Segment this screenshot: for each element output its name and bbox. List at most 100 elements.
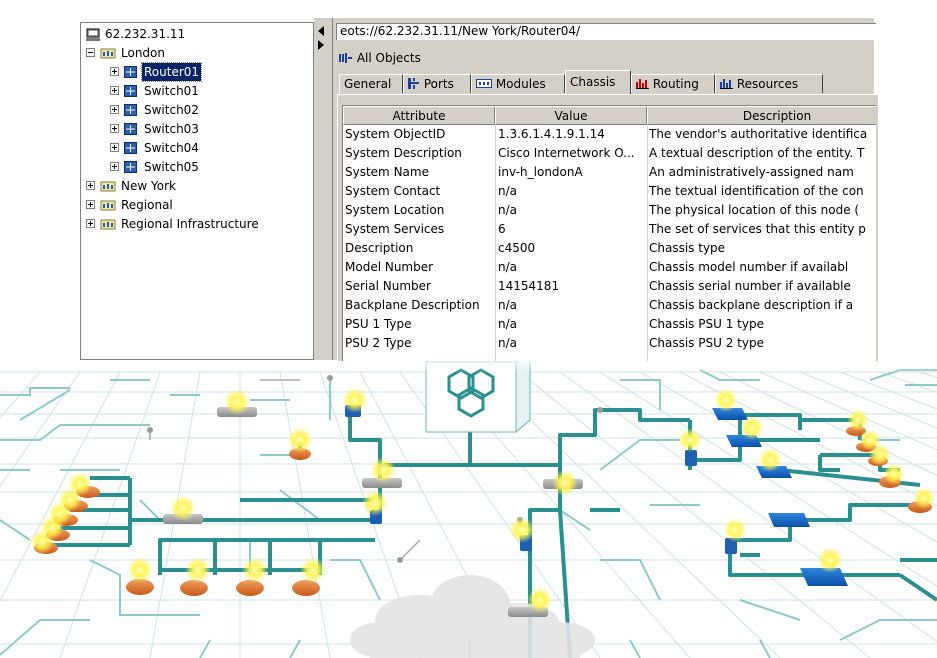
collapse-right-arrow-icon[interactable] [318,40,324,50]
tab-label: Chassis [570,75,616,89]
site-folder-icon [100,219,116,230]
objects-list-icon [339,53,352,63]
tree-item-label: Switch03 [144,122,199,136]
modules-icon [476,79,492,88]
tab-modules[interactable]: Modules [471,74,565,93]
attribute-cell: Model Number [345,260,434,274]
value-cell: 6 [498,222,506,236]
tab-resources[interactable]: Resources [715,74,823,93]
table-row[interactable]: System Name inv-h_londonA An administrativ… [343,163,876,182]
ports-icon [408,78,419,89]
cloud-shape [350,575,595,658]
description-cell: Chassis PSU 1 type [649,317,764,331]
panel-splitter[interactable] [314,18,332,360]
detail-panel: eots://62.232.31.11/New York/Router04/ A… [332,18,878,361]
description-cell: The textual identification of the con [649,184,864,198]
site-folder-icon [100,48,116,59]
tree-item-label: New York [121,179,176,193]
switch-icon [124,104,137,116]
tab-label: General [344,77,392,91]
all-objects-label: All Objects [356,51,421,65]
tab-general[interactable]: General [339,74,403,93]
attribute-cell: PSU 2 Type [345,336,412,350]
blue-connectors [345,405,737,554]
tree-item-label: Switch02 [144,103,199,117]
table-header: Attribute Value Description [343,106,876,125]
table-row[interactable]: Model Number n/a Chassis model number if a… [343,258,876,277]
attribute-cell: System ObjectID [345,127,446,141]
table-row[interactable]: Serial Number 14154181 Chassis serial numb… [343,277,876,296]
tree-item-label: London [121,46,165,60]
router-icon [124,66,137,78]
description-cell: Chassis PSU 2 type [649,336,764,350]
table-row[interactable]: System Contact n/a The textual identificat… [343,182,876,201]
path-field[interactable]: eots://62.232.31.11/New York/Router04/ [336,23,876,40]
expand-icon[interactable] [110,124,119,133]
table-row[interactable]: System Services 6 The set of services that… [343,220,876,239]
table-row[interactable]: System ObjectID 1.3.6.1.4.1.9.1.14 The ven… [343,125,876,144]
all-objects-header[interactable]: All Objects [339,50,421,66]
chart-icon [636,79,649,89]
table-row[interactable]: System Location n/a The physical location … [343,201,876,220]
site-folder-icon [100,181,116,192]
expand-icon[interactable] [86,200,95,209]
table-row[interactable]: PSU 2 Type n/a Chassis PSU 2 type [343,334,876,353]
description-cell: A textual description of the entity. T [649,146,865,160]
switch-icon [124,123,137,135]
value-cell: 1.3.6.1.4.1.9.1.14 [498,127,605,141]
tree-item-label: Regional [121,198,173,212]
tab-label: Resources [736,77,799,91]
expand-icon[interactable] [110,86,119,95]
table-row[interactable]: PSU 1 Type n/a Chassis PSU 1 type [343,315,876,334]
attribute-cell: System Name [345,165,429,179]
description-cell: The physical location of this node ( [649,203,860,217]
site-folder-icon [100,200,116,211]
attribute-cell: System Description [345,146,462,160]
table-row[interactable]: Description c4500 Chassis type [343,239,876,258]
switch-icon [124,85,137,97]
tree-item-label: Switch01 [144,84,199,98]
tab-chassis[interactable]: Chassis [565,70,631,94]
tree-item-label: Switch04 [144,141,199,155]
value-cell: n/a [498,298,518,312]
value-cell: inv-h_londonA [498,165,583,179]
expand-icon[interactable] [110,162,119,171]
description-cell: The set of services that this entity p [649,222,866,236]
tab-routing[interactable]: Routing [631,74,715,93]
device-tree[interactable]: 62.232.31.11 London Router01 Switch01 Sw [80,22,314,360]
switch-icon [124,161,137,173]
attribute-cell: System Location [345,203,445,217]
expand-icon[interactable] [110,143,119,152]
table-row[interactable]: System Description Cisco Internetwork O..… [343,144,876,163]
description-cell: Chassis model number if availabl [649,260,849,274]
attribute-cell: Backplane Description [345,298,480,312]
expand-icon[interactable] [86,181,95,190]
expand-icon[interactable] [86,219,95,228]
attribute-cell: System Contact [345,184,441,198]
attributes-table[interactable]: Attribute Value Description System Objec… [342,105,876,361]
attribute-cell: PSU 1 Type [345,317,412,331]
value-cell: n/a [498,336,518,350]
value-cell: c4500 [498,241,536,255]
tree-item-label: Regional Infrastructure [121,217,259,231]
tree-item-label: Router01 [140,62,203,82]
column-header-value[interactable]: Value [495,106,647,125]
tree-root-label: 62.232.31.11 [105,27,186,41]
column-header-description[interactable]: Description [647,106,876,125]
collapse-icon[interactable] [86,48,95,57]
expand-icon[interactable] [110,67,119,76]
value-cell: n/a [498,203,518,217]
chart-icon [720,79,733,89]
column-header-attribute[interactable]: Attribute [343,106,495,125]
attribute-cell: Serial Number [345,279,431,293]
switch-icon [124,142,137,154]
description-cell: Chassis backplane description if a [649,298,854,312]
collapse-left-arrow-icon[interactable] [318,26,324,36]
tab-ports[interactable]: Ports [403,74,471,93]
table-row[interactable]: Backplane Description n/a Chassis backplan… [343,296,876,315]
tab-label: Routing [652,77,699,91]
description-cell: The vendor's authoritative identifica [649,127,868,141]
expand-icon[interactable] [110,105,119,114]
tab-label: Ports [423,77,454,91]
tree-item-label: Switch05 [144,160,199,174]
